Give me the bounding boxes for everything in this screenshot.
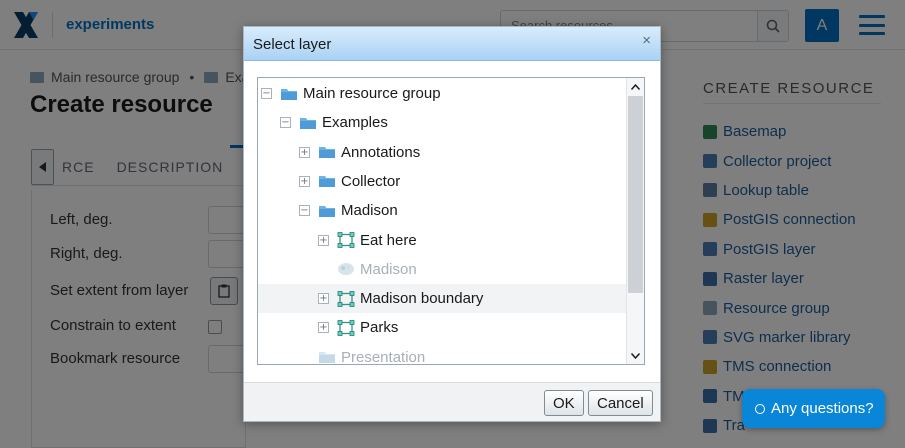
- folder-icon: [318, 173, 336, 189]
- expand-icon[interactable]: +: [299, 146, 310, 158]
- scroll-up-arrow-icon[interactable]: [627, 78, 644, 95]
- select-layer-dialog: Select layer × − Main resource group − Exam…: [243, 26, 661, 422]
- collapse-icon[interactable]: −: [280, 117, 291, 129]
- expand-icon[interactable]: +: [299, 175, 310, 187]
- scroll-down-arrow-icon[interactable]: [627, 347, 644, 364]
- cancel-button[interactable]: Cancel: [588, 390, 653, 416]
- folder-icon: [318, 349, 336, 364]
- tree-node-label: Collector: [341, 172, 401, 190]
- ok-button[interactable]: OK: [544, 390, 584, 416]
- tree-node-label: Madison: [341, 202, 398, 220]
- dialog-titlebar[interactable]: Select layer ×: [244, 27, 660, 61]
- map-style-icon: [337, 261, 355, 277]
- tree-node-label: Parks: [360, 319, 399, 337]
- tree-node-label: Examples: [322, 114, 388, 132]
- chat-ring-icon: [755, 403, 765, 414]
- folder-icon: [318, 203, 336, 219]
- any-questions-label: Any questions?: [771, 400, 874, 417]
- dialog-title: Select layer: [253, 36, 332, 53]
- tree-scrollbar[interactable]: [626, 78, 644, 364]
- tree-node[interactable]: − Main resource group: [258, 79, 626, 108]
- scroll-thumb[interactable]: [628, 96, 643, 293]
- tree-node-label: Eat here: [360, 231, 417, 249]
- tree-node-label: Main resource group: [303, 85, 441, 102]
- tree-node[interactable]: − Examples: [258, 108, 626, 137]
- tree-node-label: Presentation: [341, 348, 426, 365]
- tree-node[interactable]: + Eat here: [258, 226, 626, 255]
- tree-node-label: Madison boundary: [360, 290, 484, 308]
- tree-node[interactable]: + Madison boundary: [258, 284, 626, 314]
- vector-layer-icon: [337, 290, 355, 307]
- any-questions-button[interactable]: Any questions?: [742, 389, 885, 428]
- tree-node[interactable]: Presentation: [258, 343, 626, 365]
- collapse-icon[interactable]: −: [261, 88, 272, 99]
- vector-layer-icon: [337, 232, 355, 248]
- expand-icon[interactable]: +: [318, 322, 329, 334]
- folder-icon: [280, 86, 298, 102]
- tree-node[interactable]: − Madison: [258, 196, 626, 225]
- collapse-icon[interactable]: −: [299, 205, 310, 217]
- close-icon[interactable]: ×: [642, 32, 651, 49]
- tree-node[interactable]: + Parks: [258, 313, 626, 342]
- tree-node[interactable]: Madison: [258, 255, 626, 284]
- folder-icon: [318, 144, 336, 160]
- vector-layer-icon: [337, 319, 355, 336]
- tree-node[interactable]: + Annotations: [258, 138, 626, 167]
- dialog-footer: OK Cancel: [244, 382, 660, 421]
- layer-tree: − Main resource group − Examples + Annotation…: [257, 77, 645, 365]
- expand-icon[interactable]: +: [318, 234, 329, 246]
- tree-node[interactable]: + Collector: [258, 167, 626, 196]
- expand-icon[interactable]: +: [318, 293, 329, 305]
- folder-icon: [299, 115, 317, 131]
- tree-node-label: Annotations: [341, 143, 421, 161]
- tree-node-label: Madison: [360, 260, 417, 278]
